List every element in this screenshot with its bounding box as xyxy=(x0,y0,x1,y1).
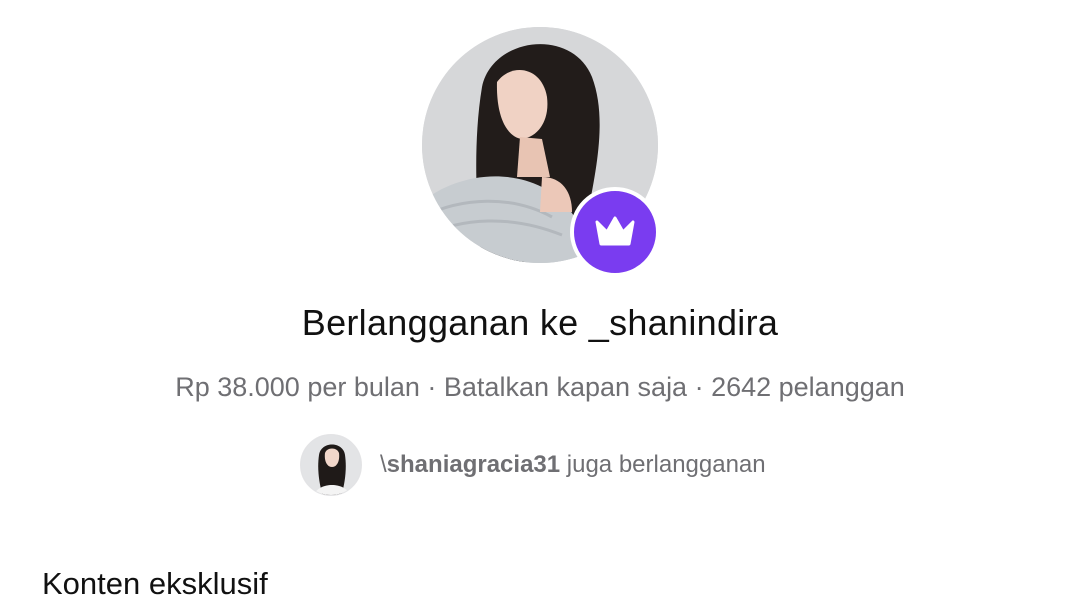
also-subscribed-row[interactable]: \shaniagracia31 juga berlangganan xyxy=(300,433,766,497)
crown-icon xyxy=(595,216,635,246)
username-prefix: \ xyxy=(380,451,387,478)
price-text: Rp 38.000 per bulan xyxy=(175,372,420,402)
subscriber-avatar[interactable] xyxy=(300,434,362,496)
crown-badge xyxy=(570,187,660,277)
also-subscribed-suffix: juga berlangganan xyxy=(560,451,766,478)
also-subscribed-text: \shaniagracia31 juga berlangganan xyxy=(380,451,766,479)
meta-separator: · xyxy=(687,372,712,402)
subscription-page: Berlangganan ke _shanindira Rp 38.000 pe… xyxy=(0,0,1080,607)
subscriber-count: 2642 pelanggan xyxy=(711,372,905,402)
exclusive-content-heading: Konten eksklusif xyxy=(42,566,268,601)
subscriber-username[interactable]: shaniagracia31 xyxy=(387,451,560,478)
subscription-meta: Rp 38.000 per bulan · Batalkan kapan saj… xyxy=(0,372,1080,403)
meta-separator: · xyxy=(419,372,444,402)
page-title: Berlangganan ke _shanindira xyxy=(301,302,779,343)
creator-avatar-container xyxy=(422,27,660,277)
cancel-text: Batalkan kapan saja xyxy=(443,372,688,402)
subscriber-photo xyxy=(301,435,361,495)
